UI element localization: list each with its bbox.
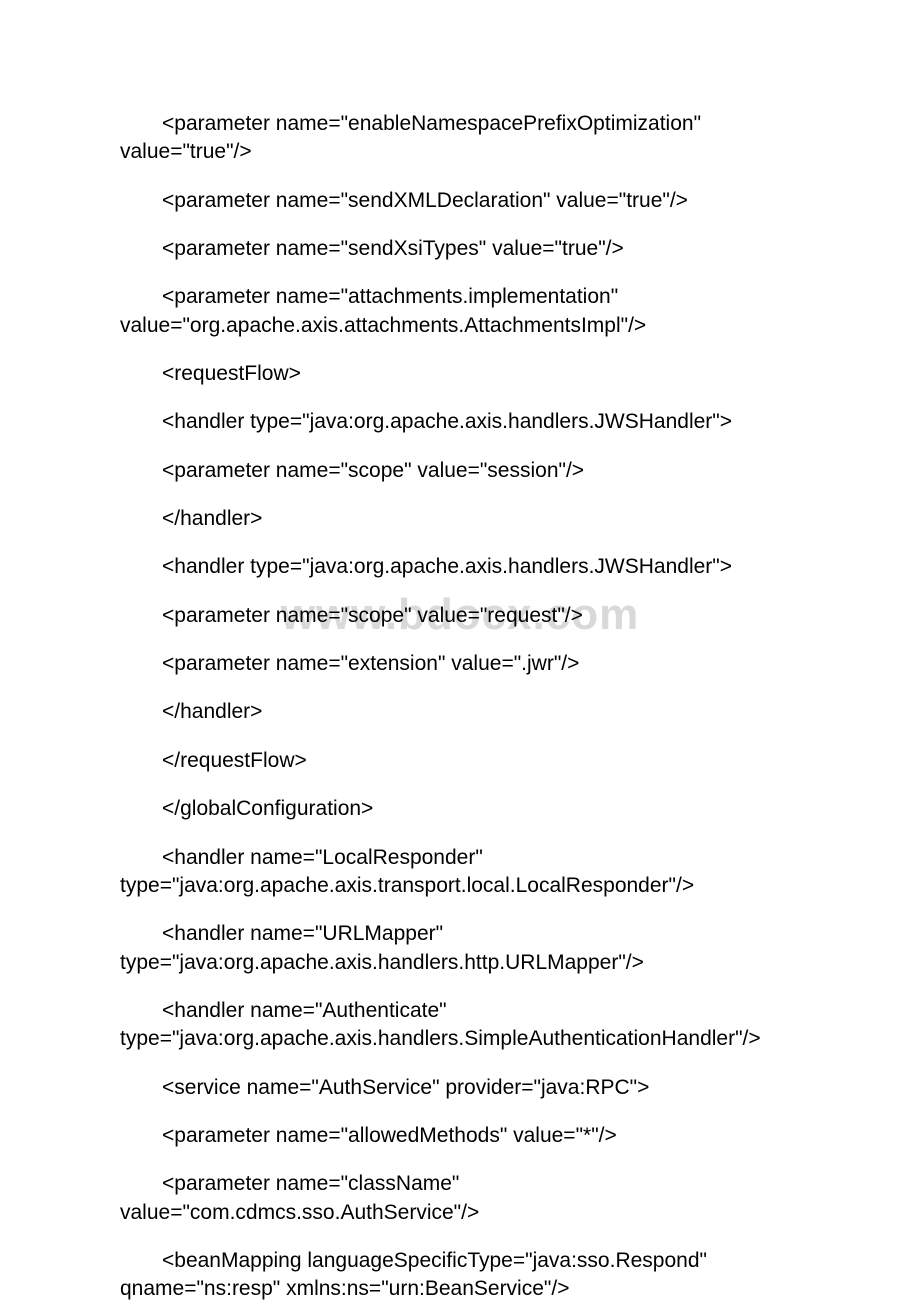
code-line: <requestFlow>	[120, 360, 820, 388]
code-line: <parameter name="scope" value="request"/…	[120, 602, 820, 630]
code-line: <service name="AuthService" provider="ja…	[120, 1074, 820, 1102]
code-line: <parameter name="sendXsiTypes" value="tr…	[120, 235, 820, 263]
code-line: <handler name="LocalResponder" type="jav…	[120, 844, 820, 901]
code-line: <parameter name="extension" value=".jwr"…	[120, 650, 820, 678]
code-line: <parameter name="allowedMethods" value="…	[120, 1122, 820, 1150]
code-line: <parameter name="enableNamespacePrefixOp…	[120, 110, 820, 167]
code-line: </handler>	[120, 505, 820, 533]
code-line: <beanMapping languageSpecificType="java:…	[120, 1247, 820, 1304]
code-line: <parameter name="sendXMLDeclaration" val…	[120, 187, 820, 215]
code-line: <handler name="URLMapper" type="java:org…	[120, 920, 820, 977]
code-line: <handler name="Authenticate" type="java:…	[120, 997, 820, 1054]
code-line: <parameter name="attachments.implementat…	[120, 283, 820, 340]
code-line: <parameter name="scope" value="session"/…	[120, 457, 820, 485]
code-line: <handler type="java:org.apache.axis.hand…	[120, 553, 820, 581]
code-line: </handler>	[120, 698, 820, 726]
code-line: </globalConfiguration>	[120, 795, 820, 823]
code-line: </requestFlow>	[120, 747, 820, 775]
document-content: <parameter name="enableNamespacePrefixOp…	[120, 110, 820, 1304]
code-line: <handler type="java:org.apache.axis.hand…	[120, 408, 820, 436]
code-line: <parameter name="className" value="com.c…	[120, 1170, 820, 1227]
